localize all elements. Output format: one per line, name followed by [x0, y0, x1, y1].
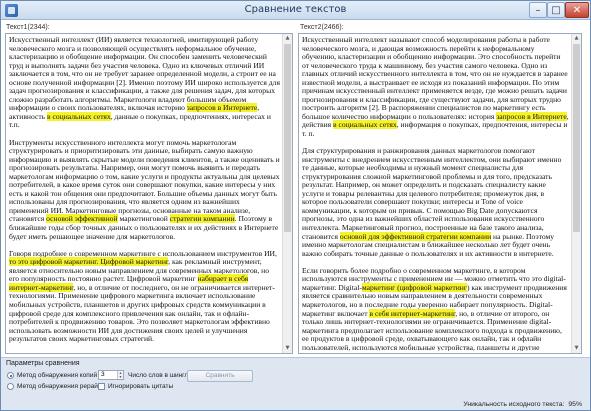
- uniqueness-label: Уникальность исходного текста:: [463, 401, 565, 408]
- uniqueness-value: 95%: [568, 401, 582, 408]
- text-fragment: , но, в отличие от последнего, он не огр…: [9, 282, 275, 344]
- maximize-button[interactable]: □: [547, 2, 565, 18]
- method-copies-radio[interactable]: [7, 372, 14, 379]
- compare-texts-window: Сравнение текстов – □ ✕ Текст1(2344): Те…: [0, 0, 591, 411]
- method-copies-option[interactable]: Метод обнаружения копий: [7, 372, 97, 379]
- method-rewrite-option[interactable]: Метод обнаружения рерайта: [7, 383, 104, 390]
- shingle-size-label: Число слов в шингле: [128, 372, 192, 379]
- window-title: Сравнение текстов: [244, 4, 347, 15]
- left-text-content[interactable]: Искусственный интеллект (ИИ) является те…: [9, 36, 280, 351]
- ignore-quotes-checkbox[interactable]: [98, 383, 105, 390]
- right-scrollbar[interactable]: ▲ ▼: [571, 34, 581, 353]
- left-scroll-thumb[interactable]: [284, 44, 291, 232]
- title-bar[interactable]: Сравнение текстов – □ ✕: [1, 1, 590, 20]
- params-title: Параметры сравнения: [6, 360, 80, 367]
- uniqueness-readout: Уникальность исходного текста: 95%: [463, 401, 582, 408]
- shingle-size-value: 3: [101, 371, 105, 378]
- ignore-quotes-label: Игнорировать цитаты: [108, 383, 174, 390]
- right-scroll-thumb[interactable]: [573, 44, 580, 232]
- shingle-size-stepper[interactable]: 3 ▲ ▼: [98, 370, 124, 380]
- left-scrollbar[interactable]: ▲ ▼: [282, 34, 292, 353]
- text-paragraph: Для структурирования и ранжирования данн…: [302, 146, 569, 258]
- client-area: Текст1(2344): Текст2(2466): Искусственны…: [1, 20, 590, 410]
- triangle-up-icon[interactable]: ▲: [283, 34, 292, 43]
- spin-arrows-icon[interactable]: ▲ ▼: [117, 371, 123, 379]
- triangle-down-icon[interactable]: ▼: [283, 344, 292, 353]
- text-paragraph: Искусственный интеллект называют способ …: [302, 36, 569, 139]
- method-rewrite-label: Метод обнаружения рерайта: [17, 383, 105, 390]
- text-fragment: Искусственный интеллект называют способ …: [302, 36, 568, 121]
- right-text-box[interactable]: Искусственный интеллект называют способ …: [298, 33, 582, 354]
- text-fragment: Искусственный интеллект (ИИ) является те…: [9, 36, 280, 113]
- text-paragraph: Инструменты искусственного интеллекта мо…: [9, 137, 280, 242]
- text-fragment: Инструменты искусственного интеллекта мо…: [9, 137, 280, 224]
- matched-fragment-highlight: в социальных сетях: [47, 111, 111, 121]
- text-paragraph: Говоря подробнее о современном маркетинг…: [9, 249, 280, 344]
- text-paragraph: Искусственный интеллект (ИИ) является те…: [9, 36, 280, 130]
- left-text-box[interactable]: Искусственный интеллект (ИИ) является те…: [5, 33, 293, 354]
- comparison-params-panel: Параметры сравнения Метод обнаружения ко…: [1, 357, 590, 410]
- text-fragment: Для структурирования и ранжирования данн…: [302, 146, 562, 241]
- ignore-quotes-option[interactable]: Игнорировать цитаты: [98, 383, 173, 390]
- right-text-content[interactable]: Искусственный интеллект называют способ …: [302, 36, 569, 351]
- compare-button[interactable]: Сравнить: [187, 370, 253, 382]
- matched-fragment-highlight: в социальных сетях: [333, 120, 397, 130]
- method-rewrite-radio[interactable]: [7, 383, 14, 390]
- triangle-down-icon[interactable]: ▼: [572, 344, 581, 353]
- minimize-button[interactable]: –: [529, 2, 547, 18]
- right-text-label: Текст2(2466):: [300, 24, 344, 31]
- text-paragraph: Если говорить более подробно о современн…: [302, 266, 569, 351]
- left-text-label: Текст1(2344):: [6, 24, 50, 31]
- close-button[interactable]: ✕: [565, 2, 589, 18]
- triangle-up-icon[interactable]: ▲: [572, 34, 581, 43]
- method-copies-label: Метод обнаружения копий: [17, 372, 98, 379]
